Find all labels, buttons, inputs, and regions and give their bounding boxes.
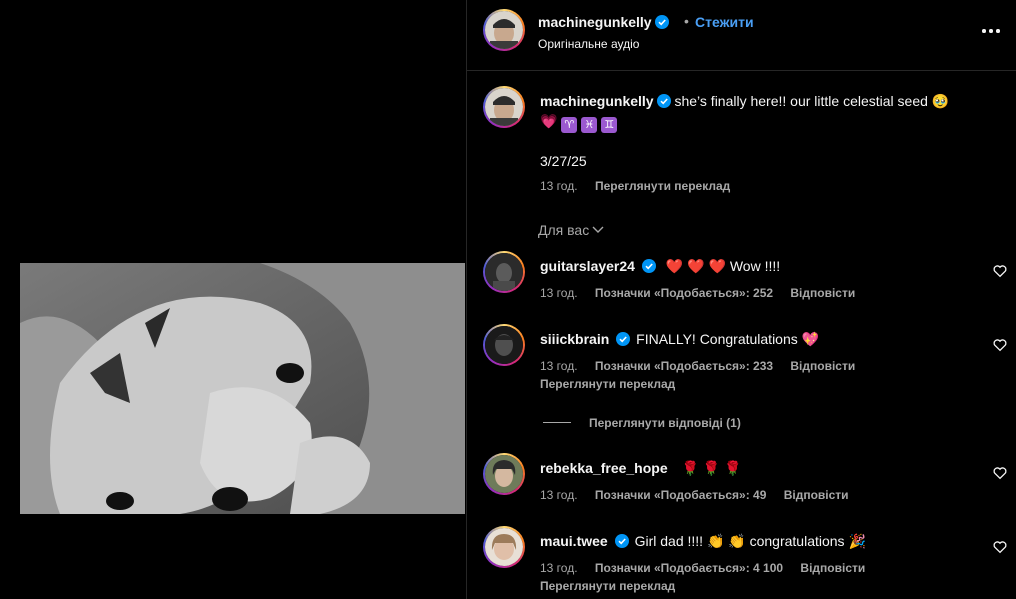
- party-popper-emoji-icon: 🎉: [848, 533, 866, 549]
- comment-text-2: congratulations: [749, 533, 845, 549]
- heart-icon[interactable]: [993, 338, 1007, 352]
- comment-likes[interactable]: Позначки «Подобається»: 233: [595, 359, 773, 373]
- caption-body: she’s finally here!! our little celestia…: [674, 93, 928, 109]
- rose-emoji-icon: 🌹: [724, 460, 742, 476]
- red-heart-emoji-icon: ❤️: [708, 258, 726, 274]
- comment-text: Wow !!!!: [729, 258, 781, 274]
- chevron-down-icon: [592, 226, 604, 233]
- avatar-image: [485, 11, 523, 49]
- comment-username[interactable]: guitarslayer24: [540, 258, 635, 274]
- clapping-hands-emoji-icon: 👏: [706, 533, 725, 549]
- comment-likes[interactable]: Позначки «Подобається»: 49: [595, 488, 766, 502]
- verified-badge-icon: [656, 94, 671, 108]
- baby-face-emoji-icon: 🥹: [931, 93, 950, 109]
- comment-time[interactable]: 13 год.: [540, 359, 578, 373]
- commenter-avatar[interactable]: [483, 251, 525, 293]
- heart-icon[interactable]: [993, 466, 1007, 480]
- comment-translate-link[interactable]: Переглянути переклад: [540, 377, 675, 391]
- caption-text: machinegunkelly she’s finally here!! our…: [540, 93, 949, 109]
- more-options-icon[interactable]: [979, 22, 1003, 38]
- comment-text: FINALLY! Congratulations: [636, 331, 798, 347]
- commenter-avatar[interactable]: [483, 526, 525, 568]
- author-avatar[interactable]: [483, 9, 525, 51]
- heart-emoji-icon: 💗: [540, 113, 558, 129]
- reply-button[interactable]: Відповісти: [800, 561, 865, 575]
- verified-badge-icon: [616, 332, 631, 346]
- follow-button[interactable]: Стежити: [695, 14, 754, 30]
- media-pane: [0, 0, 465, 599]
- rose-emoji-icon: 🌹: [681, 460, 699, 476]
- comment-text: Girl dad !!!!: [634, 533, 704, 549]
- comment-time[interactable]: 13 год.: [540, 488, 578, 502]
- verified-badge-icon: [654, 15, 669, 29]
- reply-button[interactable]: Відповісти: [790, 286, 855, 300]
- comment-time[interactable]: 13 год.: [540, 286, 578, 300]
- comment-username[interactable]: rebekka_free_hope: [540, 460, 668, 476]
- commenter-avatar[interactable]: [483, 453, 525, 495]
- avatar-image: [485, 88, 523, 126]
- gemini-icon: ♊: [601, 117, 618, 133]
- heart-icon[interactable]: [993, 540, 1007, 554]
- verified-badge-icon: [641, 259, 656, 273]
- sparkling-heart-emoji-icon: 💖: [801, 331, 820, 347]
- separator-dot: •: [684, 13, 689, 29]
- caption-avatar[interactable]: [483, 86, 525, 128]
- comment-username[interactable]: siiickbrain: [540, 331, 609, 347]
- reply-button[interactable]: Відповісти: [784, 488, 849, 502]
- comment-sort-dropdown[interactable]: Для вас: [538, 222, 604, 238]
- post-side-panel: machinegunkelly • Стежити Оригінальне ау…: [466, 0, 1016, 599]
- pisces-icon: ♓: [581, 117, 598, 133]
- post-header: machinegunkelly • Стежити Оригінальне ау…: [467, 0, 1016, 71]
- red-heart-emoji-icon: ❤️: [665, 258, 684, 274]
- rose-emoji-icon: 🌹: [702, 460, 721, 476]
- avatar-image: [485, 455, 523, 493]
- post-photo[interactable]: [20, 263, 465, 514]
- caption-translate-link[interactable]: Переглянути переклад: [595, 179, 730, 193]
- comment-translate-link[interactable]: Переглянути переклад: [540, 579, 675, 593]
- reply-button[interactable]: Відповісти: [790, 359, 855, 373]
- heart-icon[interactable]: [993, 264, 1007, 278]
- commenter-avatar[interactable]: [483, 324, 525, 366]
- aries-icon: ♈: [561, 117, 578, 133]
- caption-timestamp[interactable]: 13 год.: [540, 179, 578, 193]
- replies-divider: [543, 422, 571, 423]
- caption-emojis: 💗 ♈ ♓ ♊: [540, 113, 621, 133]
- view-replies-button[interactable]: Переглянути відповіді (1): [543, 416, 741, 430]
- comment-likes[interactable]: Позначки «Подобається»: 252: [595, 286, 773, 300]
- caption-username[interactable]: machinegunkelly: [540, 93, 654, 109]
- comment-likes[interactable]: Позначки «Подобається»: 4 100: [595, 561, 783, 575]
- clapping-hands-emoji-icon: 👏: [728, 533, 746, 549]
- avatar-image: [485, 326, 523, 364]
- comment-username[interactable]: maui.twee: [540, 533, 608, 549]
- author-username[interactable]: machinegunkelly: [538, 14, 652, 30]
- caption-date: 3/27/25: [540, 153, 587, 169]
- avatar-image: [485, 253, 523, 291]
- sort-label: Для вас: [538, 222, 590, 238]
- red-heart-emoji-icon: ❤️: [687, 258, 705, 274]
- audio-link[interactable]: Оригінальне аудіо: [538, 37, 639, 51]
- post-photo-image: [20, 263, 465, 514]
- avatar-image: [485, 528, 523, 566]
- comment-time[interactable]: 13 год.: [540, 561, 578, 575]
- verified-badge-icon: [614, 534, 629, 548]
- view-replies-label: Переглянути відповіді (1): [589, 416, 741, 430]
